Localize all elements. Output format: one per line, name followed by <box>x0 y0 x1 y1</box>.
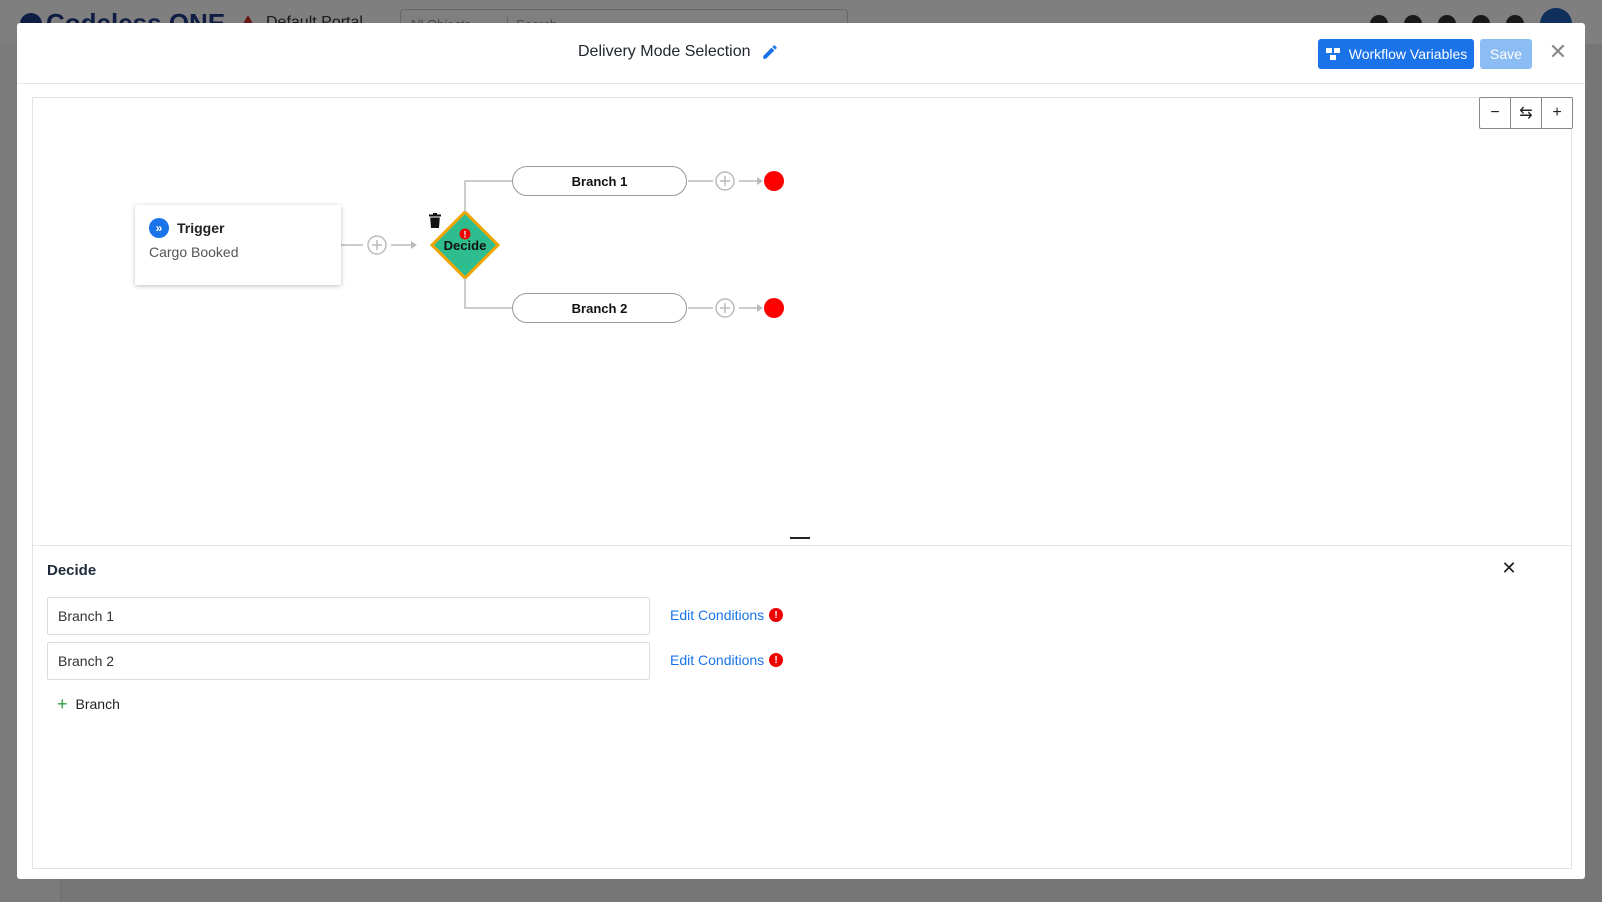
branch-node-2[interactable]: Branch 2 <box>512 293 687 323</box>
double-chevron-right-icon: » <box>149 218 169 238</box>
save-button[interactable]: Save <box>1480 39 1532 69</box>
decision-warning-icon: ! <box>459 228 471 240</box>
plus-icon: + <box>57 694 68 714</box>
trigger-event: Cargo Booked <box>149 244 239 260</box>
edit-conditions-link[interactable]: Edit Conditions <box>670 607 764 623</box>
add-branch-button[interactable]: + Branch <box>57 694 120 714</box>
branch-1-connector <box>464 180 512 212</box>
flow-diagram: ! <box>341 171 784 318</box>
close-icon[interactable]: ✕ <box>1547 41 1569 63</box>
branch-name-input[interactable]: Branch 2 <box>47 642 650 680</box>
close-icon[interactable]: ✕ <box>1499 558 1519 579</box>
end-node <box>764 171 784 191</box>
warning-icon: ! <box>769 608 783 622</box>
title-wrap: Delivery Mode Selection <box>578 43 779 61</box>
end-node <box>764 298 784 318</box>
add-step-icon[interactable] <box>715 171 735 191</box>
workflow-title: Delivery Mode Selection <box>578 43 751 60</box>
edit-conditions-link[interactable]: Edit Conditions <box>670 652 764 668</box>
add-branch-label: Branch <box>75 696 120 712</box>
branch-2-connector <box>464 278 512 309</box>
workflow-editor-modal: Delivery Mode Selection Workflow Variabl… <box>17 23 1585 879</box>
modal-header: Delivery Mode Selection Workflow Variabl… <box>17 23 1585 84</box>
warning-icon: ! <box>769 653 783 667</box>
branch-node-1[interactable]: Branch 1 <box>512 166 687 196</box>
workflow-variables-button[interactable]: Workflow Variables <box>1318 39 1474 69</box>
decision-properties-panel: Decide ✕ Branch 1 Edit Conditions ! Bran… <box>33 545 1571 869</box>
trash-icon[interactable] <box>429 213 441 228</box>
workflow-variables-label: Workflow Variables <box>1348 46 1468 62</box>
arrow-head <box>757 177 763 185</box>
trigger-title: Trigger <box>177 220 225 236</box>
add-step-icon[interactable] <box>367 235 387 255</box>
panel-title: Decide <box>47 562 97 579</box>
workflow-canvas[interactable]: − ⇆ + ! » Trigger Cargo Booked Decide Br… <box>32 97 1573 869</box>
resize-handle[interactable] <box>790 537 810 539</box>
add-step-icon[interactable] <box>715 298 735 318</box>
trigger-card[interactable]: » Trigger Cargo Booked <box>135 205 341 285</box>
pencil-icon[interactable] <box>761 43 779 61</box>
cubes-icon <box>1325 48 1340 60</box>
svg-text:!: ! <box>464 230 467 240</box>
arrow-head <box>411 241 417 249</box>
branch-name-input[interactable]: Branch 1 <box>47 597 650 635</box>
arrow-head <box>757 304 763 312</box>
decision-node[interactable] <box>429 209 501 281</box>
